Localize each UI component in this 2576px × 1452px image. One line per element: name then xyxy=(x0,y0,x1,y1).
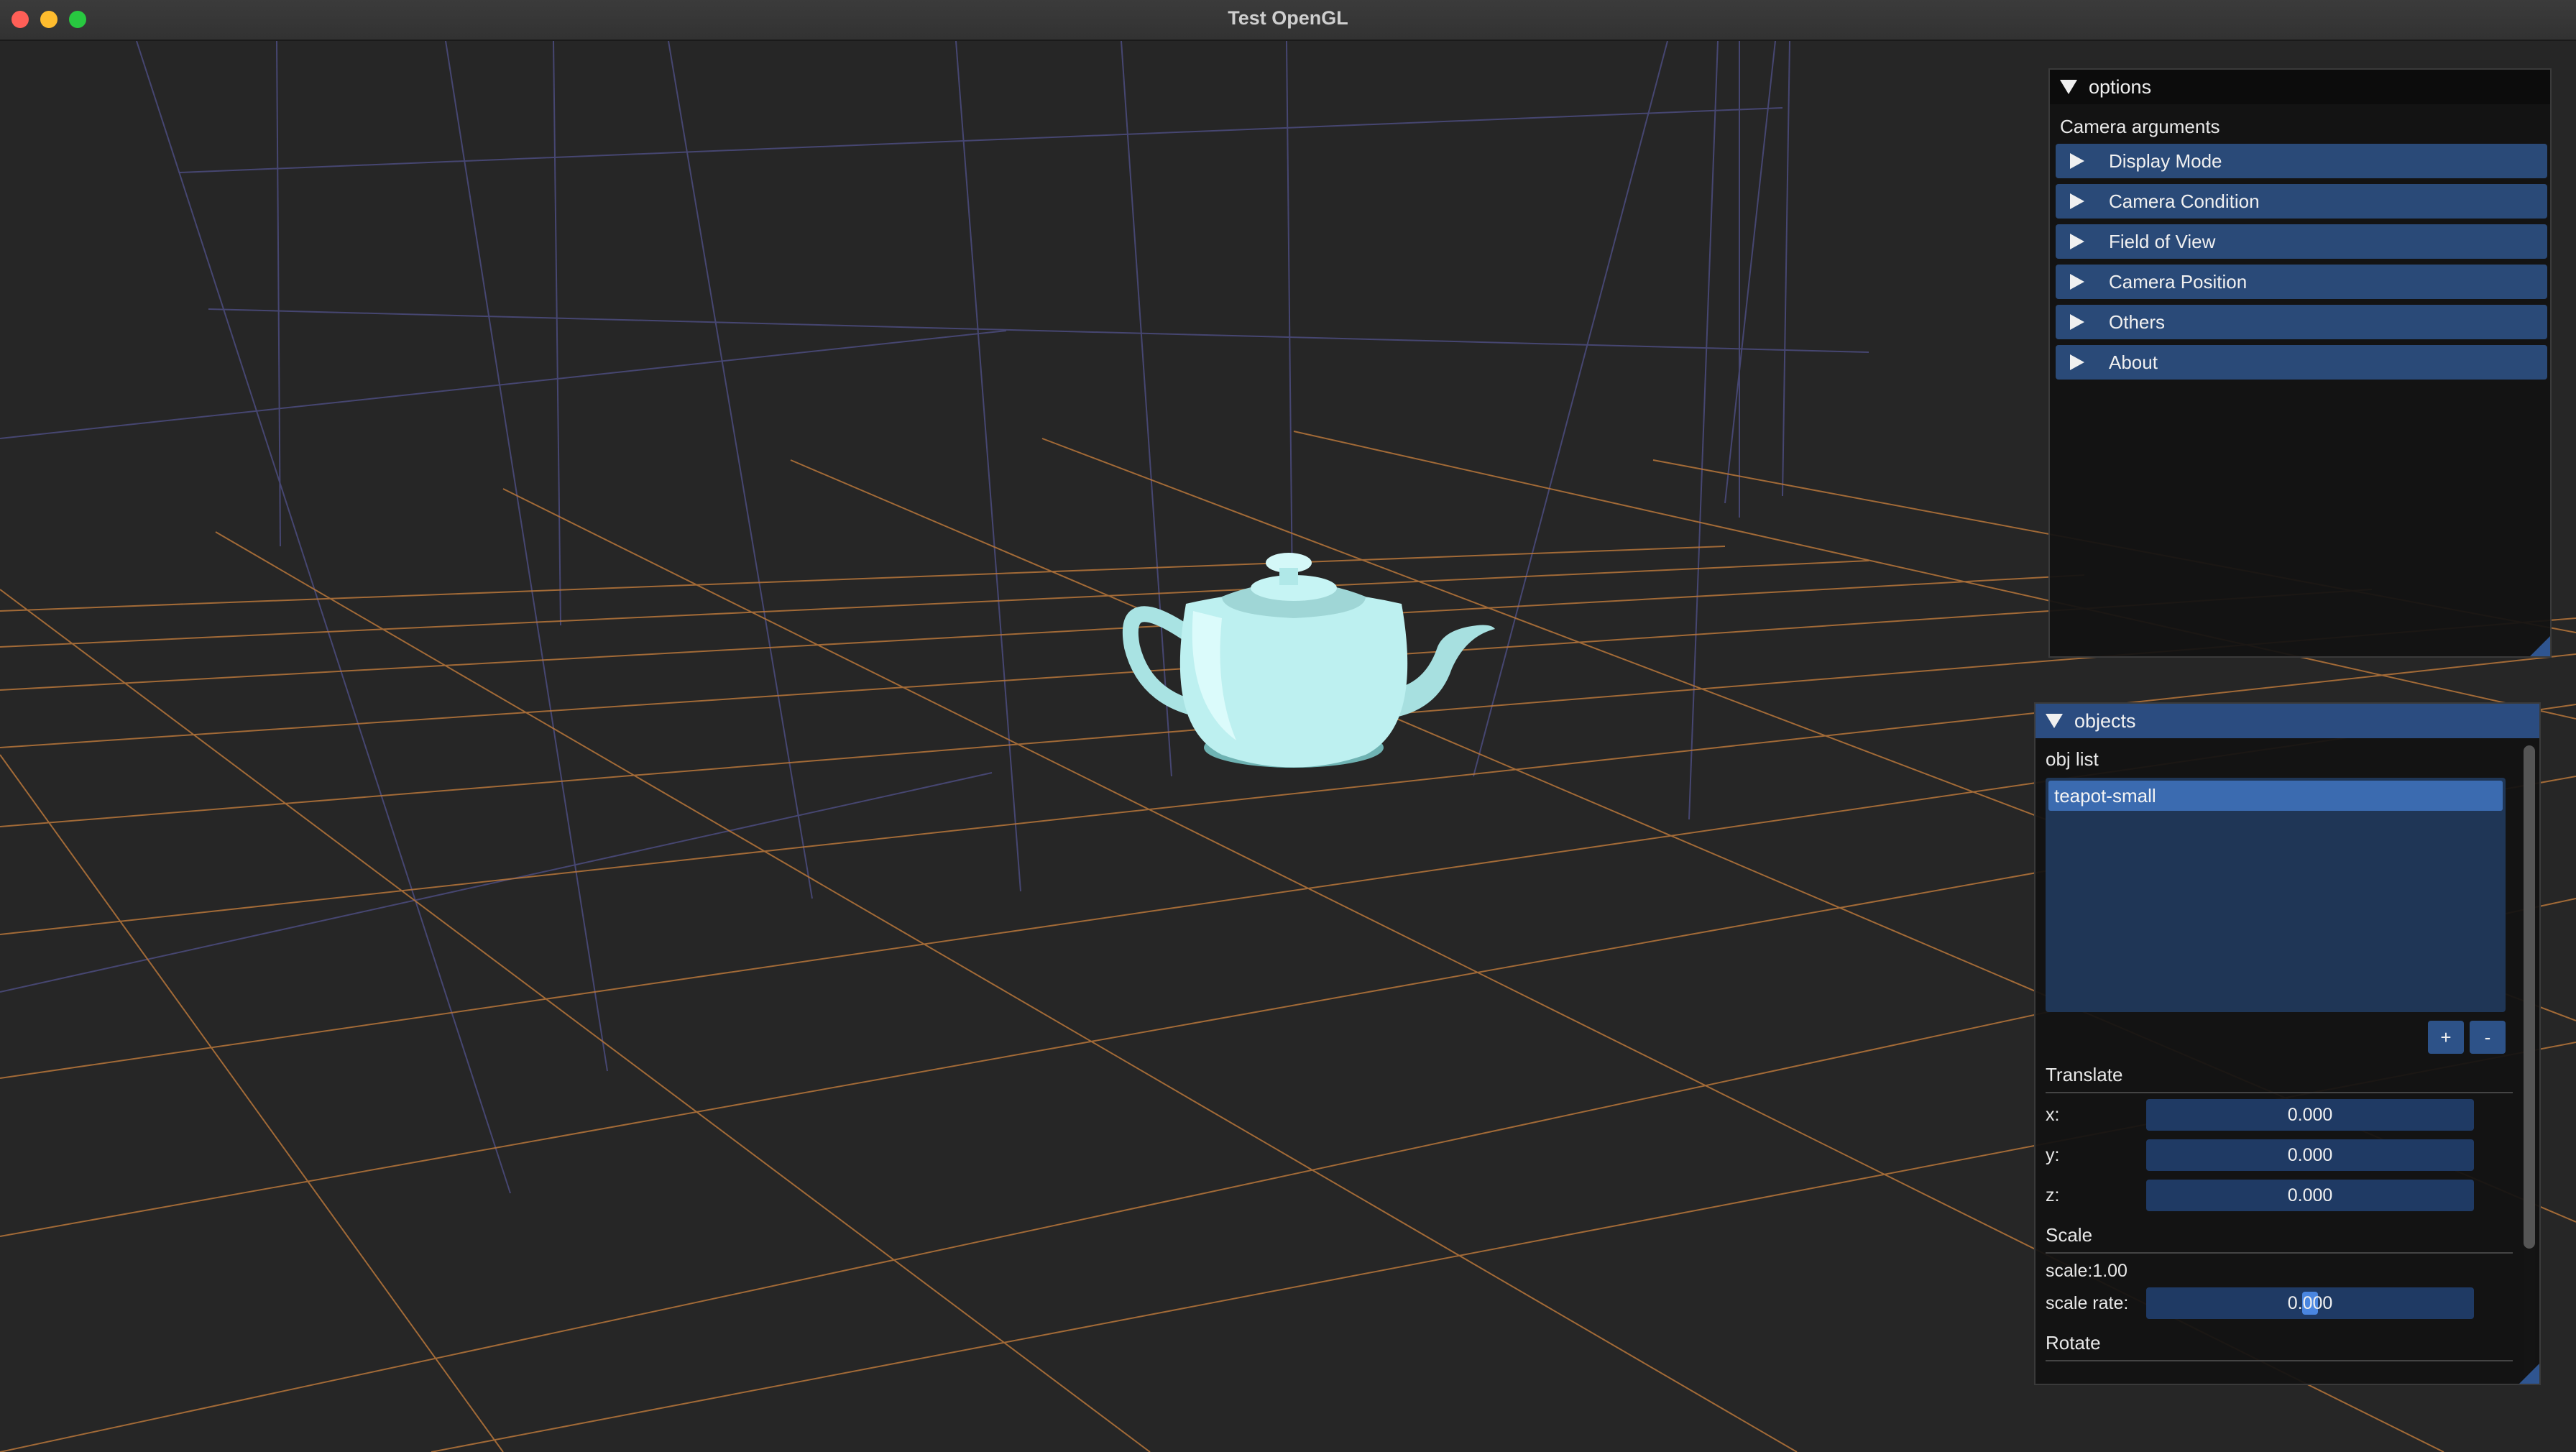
translate-z-label: z: xyxy=(2046,1185,2060,1205)
field-of-view-header[interactable]: Field of View xyxy=(2056,224,2547,259)
list-item[interactable]: teapot-small xyxy=(2048,781,2503,811)
obj-list-label: obj list xyxy=(2046,748,2099,770)
scale-rate-row: scale rate: 0.000 xyxy=(2046,1285,2529,1322)
scale-rate-label: scale rate: xyxy=(2046,1292,2129,1313)
scale-current-value: scale:1.00 xyxy=(2046,1261,2128,1281)
expand-arrow-icon xyxy=(2070,193,2084,209)
translate-y-row: y: 0.000 xyxy=(2046,1136,2529,1174)
objects-panel-header[interactable]: objects xyxy=(2036,704,2539,738)
wall-grid xyxy=(0,41,1869,1194)
window-title: Test OpenGL xyxy=(1228,7,1348,29)
collapse-row-label: Camera Position xyxy=(2109,270,2248,293)
title-bar: Test OpenGL xyxy=(0,0,2576,41)
others-header[interactable]: Others xyxy=(2056,305,2547,339)
expand-arrow-icon xyxy=(2070,234,2084,249)
expand-arrow-icon xyxy=(2070,314,2084,330)
translate-y-input[interactable]: 0.000 xyxy=(2146,1139,2474,1171)
camera-position-header[interactable]: Camera Position xyxy=(2056,265,2547,299)
translate-z-row: z: 0.000 xyxy=(2046,1177,2529,1214)
translate-x-row: x: 0.000 xyxy=(2046,1096,2529,1134)
expand-arrow-icon xyxy=(2070,274,2084,290)
objects-panel-title: objects xyxy=(2074,709,2136,732)
scale-rate-slider[interactable]: 0.000 xyxy=(2146,1287,2474,1319)
collapse-row-label: Field of View xyxy=(2109,230,2216,252)
collapse-arrow-icon xyxy=(2060,80,2077,94)
translate-y-label: y: xyxy=(2046,1144,2060,1165)
collapse-row-label: Others xyxy=(2109,311,2166,333)
list-button-row: + - xyxy=(2046,1021,2506,1054)
objects-resize-grip[interactable] xyxy=(2519,1364,2539,1384)
camera-arguments-label: Camera arguments xyxy=(2060,116,2220,137)
options-panel-header[interactable]: options xyxy=(2050,70,2550,104)
options-resize-grip[interactable] xyxy=(2530,636,2550,656)
obj-listbox[interactable]: teapot-small xyxy=(2046,778,2506,1012)
options-panel-title: options xyxy=(2089,75,2152,98)
collapse-row-label: Camera Condition xyxy=(2109,190,2260,212)
scale-section-title: Scale xyxy=(2046,1224,2513,1254)
objects-panel: objects obj list teapot-small + - Transl… xyxy=(2034,702,2541,1385)
objects-scrollbar-thumb[interactable] xyxy=(2524,745,2535,1249)
translate-x-input[interactable]: 0.000 xyxy=(2146,1099,2474,1131)
expand-arrow-icon xyxy=(2070,354,2084,370)
collapse-row-label: About xyxy=(2109,351,2158,373)
translate-z-input[interactable]: 0.000 xyxy=(2146,1180,2474,1211)
options-panel: options Camera arguments Display Mode Ca… xyxy=(2048,68,2552,658)
translate-section-title: Translate xyxy=(2046,1064,2513,1093)
display-mode-header[interactable]: Display Mode xyxy=(2056,144,2547,178)
translate-x-label: x: xyxy=(2046,1104,2060,1125)
rotate-section-title: Rotate xyxy=(2046,1332,2513,1361)
scale-rate-value: 0.000 xyxy=(2287,1292,2333,1313)
collapse-row-label: Display Mode xyxy=(2109,150,2222,172)
collapse-arrow-icon xyxy=(2046,714,2063,728)
camera-condition-header[interactable]: Camera Condition xyxy=(2056,184,2547,219)
objects-panel-body: obj list teapot-small + - Translate x: 0… xyxy=(2036,738,2539,1384)
about-header[interactable]: About xyxy=(2056,345,2547,380)
expand-arrow-icon xyxy=(2070,153,2084,169)
add-object-button[interactable]: + xyxy=(2428,1021,2464,1054)
teapot xyxy=(1122,553,1495,768)
remove-object-button[interactable]: - xyxy=(2470,1021,2506,1054)
